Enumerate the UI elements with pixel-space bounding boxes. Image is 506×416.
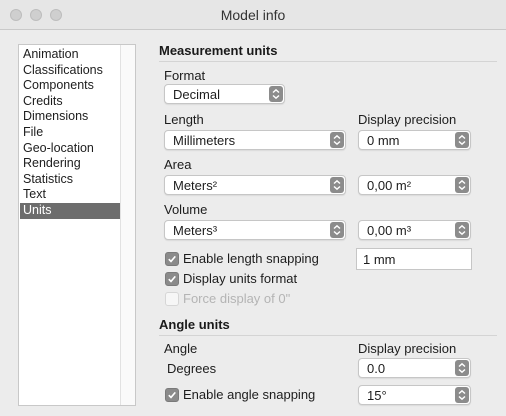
- checkmark-icon: [168, 255, 176, 263]
- sidebar-item-animation[interactable]: Animation: [20, 47, 124, 63]
- sidebar-item-text[interactable]: Text: [20, 187, 124, 203]
- sidebar-item-dimensions[interactable]: Dimensions: [20, 109, 124, 125]
- angle-precision-select[interactable]: 0.0: [358, 358, 471, 378]
- sidebar-item-file[interactable]: File: [20, 125, 124, 141]
- angle-precision-value: 0.0: [367, 361, 386, 376]
- volume-unit-value: Meters³: [173, 223, 218, 238]
- length-unit-select[interactable]: Millimeters: [164, 130, 346, 150]
- sidebar-item-statistics[interactable]: Statistics: [20, 172, 124, 188]
- area-precision-select[interactable]: 0,00 m²: [358, 175, 471, 195]
- sidebar-list[interactable]: Animation Classifications Components Cre…: [18, 44, 136, 406]
- length-label: Length: [164, 112, 204, 127]
- checkmark-icon: [168, 275, 176, 283]
- area-precision-value: 0,00 m²: [367, 178, 412, 193]
- enable-length-snapping-label[interactable]: Enable length snapping: [183, 251, 319, 266]
- angle-divider: [159, 335, 497, 336]
- sidebar-item-classifications[interactable]: Classifications: [20, 63, 124, 79]
- length-precision-value: 0 mm: [367, 133, 400, 148]
- enable-length-snapping-checkbox[interactable]: [165, 252, 179, 266]
- window-title: Model info: [220, 7, 286, 23]
- angle-label: Angle: [164, 341, 198, 356]
- angle-value: Degrees: [167, 361, 217, 376]
- angle-units-title: Angle units: [159, 317, 230, 332]
- up-down-chevron-icon: [330, 132, 344, 148]
- up-down-chevron-icon: [455, 222, 469, 238]
- format-label: Format: [164, 68, 206, 83]
- sidebar-scrollbar[interactable]: [120, 45, 135, 405]
- angle-snapping-select[interactable]: 15°: [358, 385, 471, 405]
- up-down-chevron-icon: [455, 360, 469, 376]
- enable-angle-snapping-checkbox[interactable]: [165, 388, 179, 402]
- enable-angle-snapping-label[interactable]: Enable angle snapping: [183, 387, 315, 402]
- angle-display-precision-label: Display precision: [358, 341, 457, 356]
- length-unit-value: Millimeters: [173, 133, 236, 148]
- area-unit-value: Meters²: [173, 178, 218, 193]
- up-down-chevron-icon: [330, 177, 344, 193]
- sidebar-item-rendering[interactable]: Rendering: [20, 156, 124, 172]
- display-units-format-label[interactable]: Display units format: [183, 271, 297, 286]
- up-down-chevron-icon: [455, 387, 469, 403]
- format-select-value: Decimal: [173, 87, 220, 102]
- sidebar-item-geo-location[interactable]: Geo-location: [20, 141, 124, 157]
- volume-precision-value: 0,00 m³: [367, 223, 412, 238]
- force-display-zero-label: Force display of 0": [183, 291, 291, 306]
- volume-unit-select[interactable]: Meters³: [164, 220, 346, 240]
- length-snapping-input[interactable]: 1 mm: [356, 248, 472, 270]
- length-snapping-value: 1 mm: [363, 252, 396, 267]
- sidebar-item-units[interactable]: Units: [20, 203, 124, 219]
- up-down-chevron-icon: [455, 132, 469, 148]
- display-precision-label: Display precision: [358, 112, 457, 127]
- title-bar: Model info: [0, 0, 506, 30]
- volume-label: Volume: [164, 202, 208, 217]
- checkmark-icon: [168, 391, 176, 399]
- format-select[interactable]: Decimal: [164, 84, 285, 104]
- up-down-chevron-icon: [330, 222, 344, 238]
- up-down-chevron-icon: [269, 86, 283, 102]
- area-unit-select[interactable]: Meters²: [164, 175, 346, 195]
- force-display-zero-checkbox: [165, 292, 179, 306]
- sidebar-item-credits[interactable]: Credits: [20, 94, 124, 110]
- up-down-chevron-icon: [455, 177, 469, 193]
- area-label: Area: [164, 157, 192, 172]
- measurement-units-title: Measurement units: [159, 43, 278, 58]
- sidebar-item-components[interactable]: Components: [20, 78, 124, 94]
- measurement-divider: [159, 61, 497, 62]
- display-units-format-checkbox[interactable]: [165, 272, 179, 286]
- angle-snapping-value: 15°: [367, 388, 387, 403]
- length-precision-select[interactable]: 0 mm: [358, 130, 471, 150]
- volume-precision-select[interactable]: 0,00 m³: [358, 220, 471, 240]
